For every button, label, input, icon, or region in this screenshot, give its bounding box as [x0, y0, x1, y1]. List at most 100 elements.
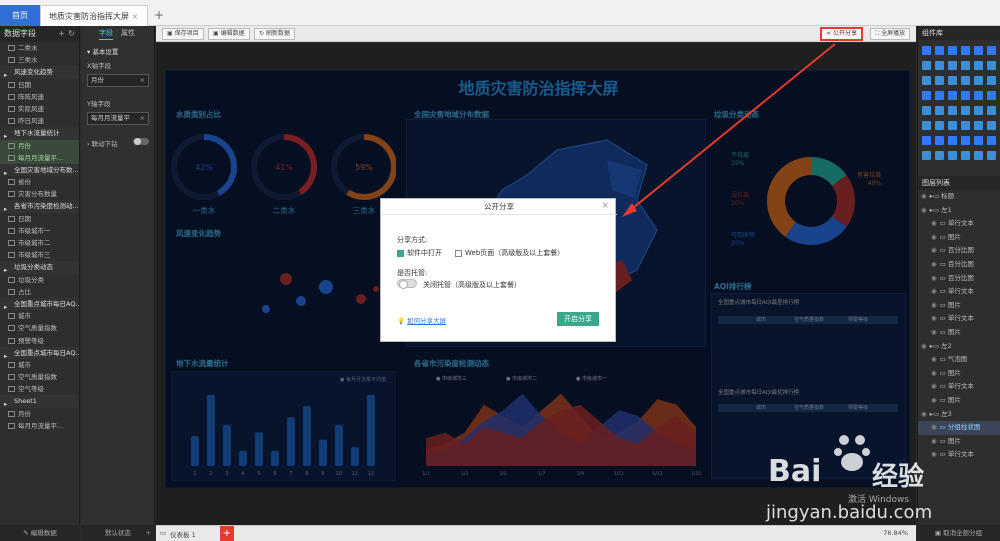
layer-item[interactable]: ◉ ▭ 图片	[918, 231, 1000, 245]
widget-icon[interactable]	[961, 46, 970, 55]
field-group[interactable]: ▸ 地下水流量统计	[0, 127, 79, 140]
field-item[interactable]: 阵阵风速	[0, 91, 79, 103]
add-icon[interactable]: +	[58, 26, 65, 42]
eye-icon[interactable]: ◉	[921, 342, 927, 350]
layer-item[interactable]: ◉ ▸▭ 左3	[918, 408, 1000, 422]
field-item[interactable]: 预警等级	[0, 335, 79, 347]
field-group[interactable]: ▸ 垃圾分类动态	[0, 261, 79, 274]
field-group[interactable]: ▸ 全国重点城市每日AQ...	[0, 346, 79, 359]
field-item[interactable]: 空气等级	[0, 383, 79, 395]
add-page-button[interactable]: +	[220, 526, 234, 541]
eye-icon[interactable]: ◉	[931, 274, 937, 282]
field-item[interactable]: 空气质量指数	[0, 371, 79, 383]
widget-icon[interactable]	[922, 46, 931, 55]
eye-icon[interactable]: ◉	[931, 219, 937, 227]
widget-icon[interactable]	[948, 136, 957, 145]
fullscreen-play-button[interactable]: ⛶ 全屏播放	[870, 28, 911, 40]
layer-item[interactable]: ◉ ▭ 百分比图	[918, 244, 1000, 258]
drill-down-toggle[interactable]	[133, 138, 149, 145]
eye-icon[interactable]: ◉	[931, 369, 937, 377]
widget-icon[interactable]	[987, 121, 996, 130]
widget-icon[interactable]	[948, 121, 957, 130]
close-icon[interactable]: ×	[140, 75, 145, 86]
edit-data-button[interactable]: ▣ 编辑数据	[208, 28, 250, 40]
widget-icon[interactable]	[974, 151, 983, 160]
widget-icon[interactable]	[948, 91, 957, 100]
widget-icon[interactable]	[922, 91, 931, 100]
field-item[interactable]: 垃圾分类	[0, 274, 79, 286]
widget-icon[interactable]	[987, 76, 996, 85]
edit-data-footer-button[interactable]: ✎ 编辑数据	[0, 525, 80, 541]
widget-icon[interactable]	[935, 121, 944, 130]
eye-icon[interactable]: ◉	[931, 301, 937, 309]
layer-item[interactable]: ◉ ▭ 单行文本	[918, 380, 1000, 394]
field-item[interactable]: 城市	[0, 359, 79, 371]
widget-icon[interactable]	[974, 121, 983, 130]
eye-icon[interactable]: ◉	[921, 410, 927, 418]
widget-icon[interactable]	[974, 106, 983, 115]
field-item[interactable]: 市级城市三	[0, 249, 79, 261]
layer-item[interactable]: ◉ ▸▭ 标题	[918, 190, 1000, 204]
layer-item[interactable]: ◉ ▭ 单行文本	[918, 217, 1000, 231]
layer-item[interactable]: ◉ ▸▭ 左1	[918, 204, 1000, 218]
start-share-button[interactable]: 开启分享	[557, 312, 599, 326]
eye-icon[interactable]: ◉	[931, 260, 937, 268]
eye-icon[interactable]: ◉	[931, 246, 937, 254]
field-item[interactable]: 月份	[0, 139, 79, 152]
widget-icon[interactable]	[935, 46, 944, 55]
public-share-button[interactable]: ⋖ 公开分享	[820, 27, 863, 41]
eye-icon[interactable]: ◉	[931, 233, 937, 241]
hosting-toggle[interactable]	[397, 279, 417, 289]
widget-icon[interactable]	[974, 76, 983, 85]
field-item[interactable]: 日期	[0, 213, 79, 225]
close-icon[interactable]: ×	[140, 113, 145, 124]
widget-icon[interactable]	[961, 91, 970, 100]
add-tab-button[interactable]: +	[150, 5, 168, 26]
widget-icon[interactable]	[987, 136, 996, 145]
widget-icon[interactable]	[961, 76, 970, 85]
widget-icon[interactable]	[935, 76, 944, 85]
widget-icon[interactable]	[974, 91, 983, 100]
widget-icon[interactable]	[935, 136, 944, 145]
option-web[interactable]: Web页面（高级版及以上套餐）	[455, 248, 564, 258]
eye-icon[interactable]: ◉	[931, 355, 937, 363]
eye-icon[interactable]: ◉	[931, 396, 937, 404]
layer-item[interactable]: ◉ ▭ 图片	[918, 299, 1000, 313]
close-icon[interactable]: ×	[132, 12, 139, 21]
widget-icon[interactable]	[987, 106, 996, 115]
widget-icon[interactable]	[987, 151, 996, 160]
eye-icon[interactable]: ◉	[921, 206, 927, 214]
help-link[interactable]: 如何分享大屏	[407, 317, 446, 325]
widget-icon[interactable]	[987, 91, 996, 100]
widget-icon[interactable]	[948, 106, 957, 115]
widget-icon[interactable]	[948, 76, 957, 85]
widget-icon[interactable]	[974, 136, 983, 145]
layer-item[interactable]: ◉ ▭ 单行文本	[918, 285, 1000, 299]
field-item[interactable]: 二类水	[0, 42, 79, 54]
layer-item[interactable]: ◉ ▭ 图片	[918, 394, 1000, 408]
field-group[interactable]: ▸ 全国灾害地域分布数...	[0, 163, 79, 177]
field-item[interactable]: 昨日风速	[0, 115, 79, 127]
widget-icon[interactable]	[961, 121, 970, 130]
layer-item[interactable]: ◉ ▭ 图片	[918, 326, 1000, 340]
layer-item[interactable]: ◉ ▸▭ 左2	[918, 340, 1000, 354]
widget-icon[interactable]	[935, 91, 944, 100]
help-link-row[interactable]: 💡 如何分享大屏	[397, 315, 446, 325]
page-tab[interactable]: 仪表板 1	[170, 529, 196, 539]
field-item[interactable]: 市级城市一	[0, 225, 79, 237]
layer-item[interactable]: ◉ ▭ 气泡图	[918, 353, 1000, 367]
widget-icon[interactable]	[974, 61, 983, 70]
option-software[interactable]: 软件中打开	[397, 248, 442, 258]
layer-item[interactable]: ◉ ▭ 百分比图	[918, 258, 1000, 272]
widget-icon[interactable]	[935, 151, 944, 160]
field-item[interactable]: 三类水	[0, 54, 79, 66]
field-item[interactable]: 省份	[0, 176, 79, 188]
tab-home[interactable]: 首页	[0, 5, 40, 26]
field-group[interactable]: ▸ 风速变化趋势	[0, 66, 79, 79]
widget-icon[interactable]	[922, 136, 931, 145]
widget-icon[interactable]	[987, 46, 996, 55]
widget-icon[interactable]	[922, 61, 931, 70]
field-item[interactable]: 城市	[0, 310, 79, 322]
field-group[interactable]: ▸ 各省市污染度检测动...	[0, 200, 79, 213]
layer-item[interactable]: ◉ ▭ 单行文本	[918, 312, 1000, 326]
